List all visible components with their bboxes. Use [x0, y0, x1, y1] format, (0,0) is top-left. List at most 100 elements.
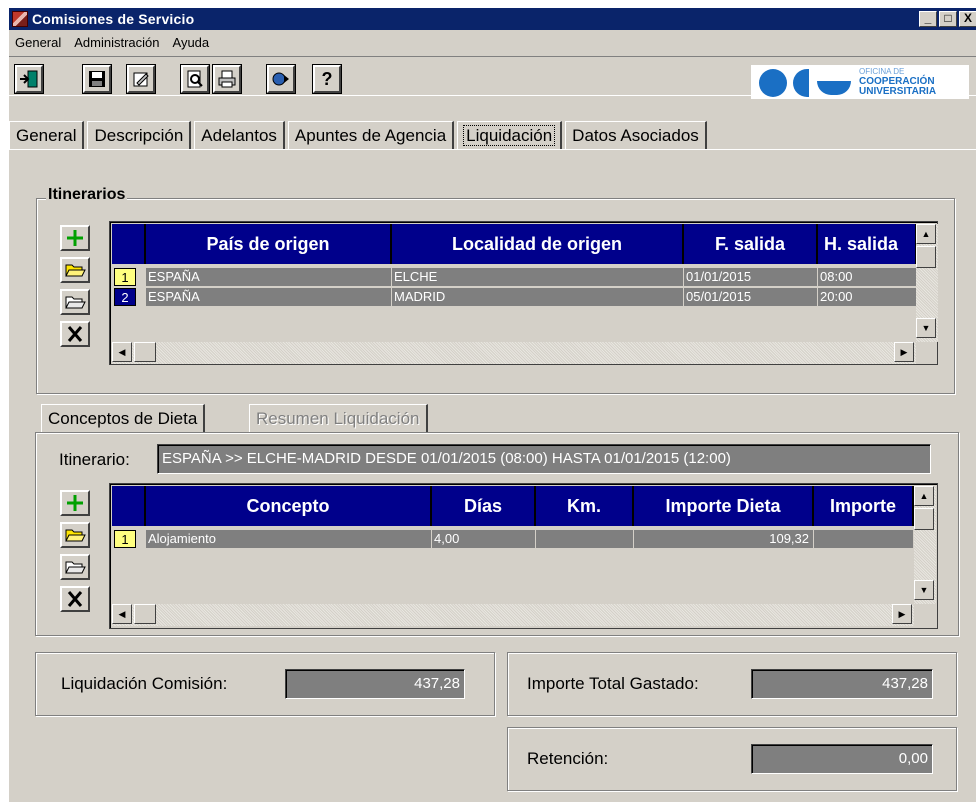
vertical-scrollbar[interactable]: ▲ ▼: [914, 486, 936, 604]
print-preview-button[interactable]: [180, 64, 210, 94]
tab-descripcion[interactable]: Descripción: [87, 121, 192, 149]
scroll-thumb[interactable]: [914, 508, 934, 530]
tab-liquidacion[interactable]: Liquidación: [457, 121, 563, 149]
total-gastado-field[interactable]: 437,28: [751, 669, 933, 699]
scroll-down-icon[interactable]: ▼: [916, 318, 936, 338]
scroll-right-icon[interactable]: ▶: [894, 342, 914, 362]
col-importe[interactable]: Importe: [814, 486, 914, 526]
menu-bar: General Administración Ayuda: [9, 30, 976, 54]
tab-general[interactable]: General: [9, 121, 85, 149]
tab-datos-asociados[interactable]: Datos Asociados: [565, 121, 707, 149]
scroll-up-icon[interactable]: ▲: [914, 486, 934, 506]
cell-fecha[interactable]: 01/01/2015: [684, 268, 818, 286]
maximize-button[interactable]: □: [939, 11, 957, 27]
scroll-thumb[interactable]: [916, 246, 936, 268]
col-km[interactable]: Km.: [536, 486, 634, 526]
itinerario-label: Itinerario:: [59, 450, 130, 469]
col-dias[interactable]: Días: [432, 486, 536, 526]
save-icon: [89, 71, 105, 87]
delete-icon: [67, 326, 83, 342]
tab-apuntes-agencia[interactable]: Apuntes de Agencia: [287, 121, 455, 149]
window-controls: _ □ X: [919, 11, 976, 27]
plus-icon: [67, 495, 83, 511]
plus-icon: [67, 230, 83, 246]
open-concepto-button[interactable]: [60, 522, 90, 548]
help-button[interactable]: ?: [312, 64, 342, 94]
cell-pais[interactable]: ESPAÑA: [146, 268, 392, 286]
scroll-right-icon[interactable]: ▶: [892, 604, 912, 624]
exit-icon: [20, 70, 38, 88]
tab-conceptos-dieta[interactable]: Conceptos de Dieta: [41, 404, 206, 432]
main-tabs: General Descripción Adelantos Apuntes de…: [9, 121, 710, 149]
help-icon: ?: [321, 68, 333, 89]
print-preview-icon: [187, 70, 203, 88]
folder-open-icon: [65, 529, 86, 542]
cell-importe-dieta[interactable]: 109,32: [634, 530, 814, 548]
cell-km[interactable]: [536, 530, 634, 548]
liquidacion-field[interactable]: 437,28: [285, 669, 465, 699]
itinerario-field[interactable]: ESPAÑA >> ELCHE-MADRID DESDE 01/01/2015 …: [157, 444, 931, 474]
cell-localidad[interactable]: ELCHE: [392, 268, 684, 286]
exit-button[interactable]: [14, 64, 44, 94]
cell-importe[interactable]: [814, 530, 914, 548]
scroll-thumb[interactable]: [134, 604, 156, 624]
col-pais-origen[interactable]: País de origen: [146, 224, 392, 264]
col-localidad-origen[interactable]: Localidad de origen: [392, 224, 684, 264]
cell-dias[interactable]: 4,00: [432, 530, 536, 548]
cell-pais[interactable]: ESPAÑA: [146, 288, 392, 306]
refresh-icon: [272, 72, 289, 86]
cell-fecha[interactable]: 05/01/2015: [684, 288, 818, 306]
horizontal-scrollbar[interactable]: ◀ ▶: [112, 604, 914, 626]
open-itinerario-button[interactable]: [60, 257, 90, 283]
row-number[interactable]: 1: [114, 268, 136, 286]
app-icon: [12, 11, 28, 27]
col-hora-salida[interactable]: H. salida: [818, 224, 917, 264]
edit-concepto-button[interactable]: [60, 554, 90, 580]
cell-concepto[interactable]: Alojamiento: [146, 530, 432, 548]
edit-itinerario-button[interactable]: [60, 289, 90, 315]
cell-localidad[interactable]: MADRID: [392, 288, 684, 306]
delete-icon: [67, 591, 83, 607]
conceptos-grid: Concepto Días Km. Importe Dieta Importe …: [109, 483, 938, 629]
horizontal-scrollbar[interactable]: ◀ ▶: [112, 342, 916, 364]
scroll-down-icon[interactable]: ▼: [914, 580, 934, 600]
scroll-up-icon[interactable]: ▲: [916, 224, 936, 244]
col-concepto[interactable]: Concepto: [146, 486, 432, 526]
delete-concepto-button[interactable]: [60, 586, 90, 612]
save-button[interactable]: [82, 64, 112, 94]
row-number[interactable]: 1: [114, 530, 136, 548]
tab-resumen-liquidacion[interactable]: Resumen Liquidación: [249, 404, 428, 432]
vertical-scrollbar[interactable]: ▲ ▼: [916, 224, 938, 342]
delete-itinerario-button[interactable]: [60, 321, 90, 347]
folder-icon: [65, 561, 86, 574]
folder-icon: [65, 296, 86, 309]
row-number[interactable]: 2: [114, 288, 136, 306]
menu-ayuda[interactable]: Ayuda: [167, 35, 217, 50]
scroll-left-icon[interactable]: ◀: [112, 604, 132, 624]
col-fecha-salida[interactable]: F. salida: [684, 224, 818, 264]
retencion-field[interactable]: 0,00: [751, 744, 933, 774]
itinerarios-title: Itinerarios: [46, 186, 128, 204]
folder-open-icon: [65, 264, 86, 277]
refresh-button[interactable]: [266, 64, 296, 94]
add-concepto-button[interactable]: [60, 490, 90, 516]
menu-general[interactable]: General: [9, 35, 68, 50]
app-window: Comisiones de Servicio _ □ X General Adm…: [8, 8, 976, 802]
print-button[interactable]: [212, 64, 242, 94]
cell-hora[interactable]: 20:00: [818, 288, 917, 306]
logo-mark: [759, 67, 859, 97]
close-button[interactable]: X: [959, 11, 976, 27]
menu-administracion[interactable]: Administración: [68, 35, 166, 50]
edit-button[interactable]: [126, 64, 156, 94]
col-importe-dieta[interactable]: Importe Dieta: [634, 486, 814, 526]
scroll-left-icon[interactable]: ◀: [112, 342, 132, 362]
liquidacion-label: Liquidación Comisión:: [61, 674, 228, 693]
add-itinerario-button[interactable]: [60, 225, 90, 251]
minimize-button[interactable]: _: [919, 11, 937, 27]
logo: OFICINA DE COOPERACIÓN UNIVERSITARIA: [751, 65, 969, 99]
tab-adelantos[interactable]: Adelantos: [194, 121, 285, 149]
edit-icon: [133, 72, 149, 87]
liquidacion-panel: Itinerarios País de origen Localidad de …: [9, 149, 976, 802]
scroll-thumb[interactable]: [134, 342, 156, 362]
cell-hora[interactable]: 08:00: [818, 268, 917, 286]
